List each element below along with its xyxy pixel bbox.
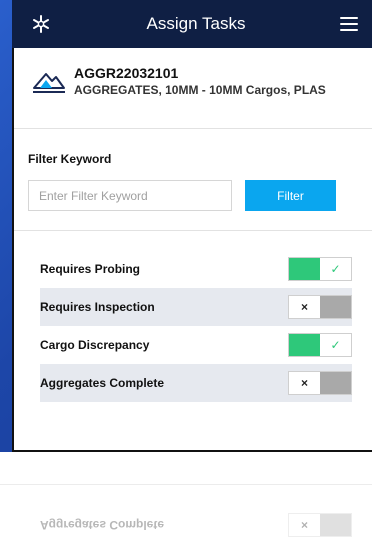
reflection-row: Aggregates Complete × bbox=[40, 510, 352, 540]
task-row-cargo-discrepancy: Cargo Discrepancy ✓ bbox=[40, 326, 352, 364]
toggle-off-fill bbox=[320, 514, 351, 536]
cross-icon: × bbox=[289, 296, 320, 318]
cross-icon: × bbox=[289, 514, 320, 536]
filter-label: Filter Keyword bbox=[28, 152, 112, 166]
hamburger-menu-icon[interactable] bbox=[340, 17, 358, 31]
toggle-off-fill bbox=[320, 296, 351, 318]
divider bbox=[14, 128, 372, 129]
divider bbox=[14, 230, 372, 231]
cross-icon: × bbox=[289, 372, 320, 394]
check-icon: ✓ bbox=[320, 334, 351, 356]
filter-keyword-input[interactable] bbox=[28, 180, 232, 211]
mountain-aggregates-icon bbox=[32, 68, 68, 96]
toggle-on-fill bbox=[289, 334, 320, 356]
reflection-toggle: × bbox=[288, 513, 352, 537]
task-list: Requires Probing ✓ Requires Inspection ×… bbox=[40, 250, 352, 402]
task-row-requires-inspection: Requires Inspection × bbox=[40, 288, 352, 326]
cargo-header: AGGR22032101 AGGREGATES, 10MM - 10MM Car… bbox=[32, 64, 372, 114]
requires-inspection-toggle[interactable]: × bbox=[288, 295, 352, 319]
aggregates-complete-toggle[interactable]: × bbox=[288, 371, 352, 395]
task-label: Cargo Discrepancy bbox=[40, 338, 150, 352]
requires-probing-toggle[interactable]: ✓ bbox=[288, 257, 352, 281]
task-row-requires-probing: Requires Probing ✓ bbox=[40, 250, 352, 288]
filter-button[interactable]: Filter bbox=[245, 180, 336, 211]
reflection-divider bbox=[0, 484, 372, 485]
check-icon: ✓ bbox=[320, 258, 351, 280]
page-title: Assign Tasks bbox=[146, 14, 246, 33]
task-label: Requires Probing bbox=[40, 262, 141, 276]
task-label: Aggregates Complete bbox=[40, 376, 165, 390]
cargo-id: AGGR22032101 bbox=[74, 65, 179, 81]
toggle-on-fill bbox=[289, 258, 320, 280]
reflection-label: Aggregates Complete bbox=[40, 518, 165, 532]
task-label: Requires Inspection bbox=[40, 300, 155, 314]
cargo-discrepancy-toggle[interactable]: ✓ bbox=[288, 333, 352, 357]
toggle-off-fill bbox=[320, 372, 351, 394]
cargo-description: AGGREGATES, 10MM - 10MM Cargos, PLAS bbox=[74, 83, 326, 97]
top-bar: Assign Tasks bbox=[12, 0, 372, 48]
task-row-aggregates-complete: Aggregates Complete × bbox=[40, 364, 352, 402]
cargo-text: AGGR22032101 AGGREGATES, 10MM - 10MM Car… bbox=[74, 64, 326, 98]
asterisk-logo-icon[interactable] bbox=[30, 13, 52, 35]
